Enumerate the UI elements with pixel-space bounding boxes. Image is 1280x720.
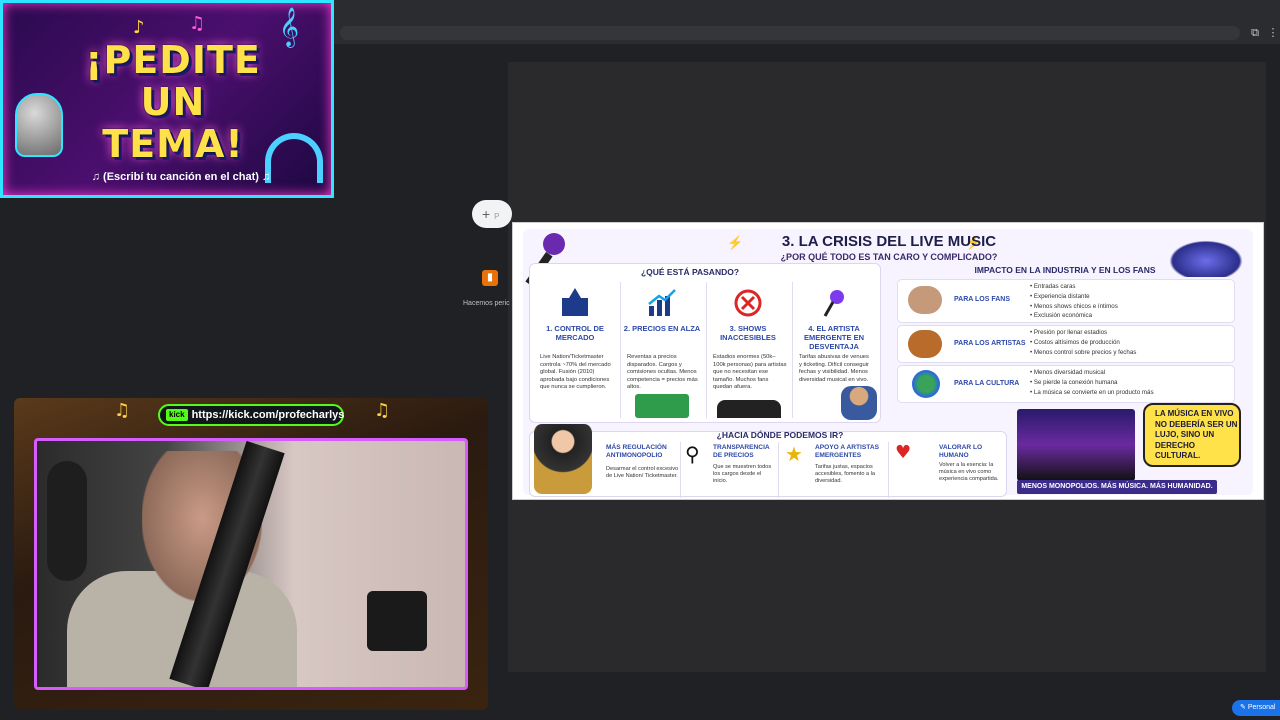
what-is-happening-panel: ¿QUÉ ESTÁ PASANDO? 1. CONTROL DE MERCADO…: [529, 263, 881, 423]
solution-text: Volver a la esencia: la música en vivo c…: [939, 462, 999, 483]
impact-label: PARA LOS ARTISTAS: [954, 340, 1026, 347]
slide-footer: MENOS MONOPOLIOS. MÁS MÚSICA. MÁS HUMANI…: [1017, 480, 1217, 494]
studio-microphone: [47, 461, 87, 581]
slide-subtitle: ¿POR QUÉ TODO ES TAN CARO Y COMPLICADO?: [780, 252, 998, 262]
impact-row: PARA LOS FANS • Entradas caras • Experie…: [897, 279, 1235, 323]
guitar-icon: [908, 330, 942, 358]
solution-text: Tarifas justas, espacios accesibles, fom…: [815, 464, 876, 485]
new-item-hint: P: [494, 212, 500, 221]
solution-title: VALORAR LO HUMANO: [939, 444, 983, 459]
microphone-icon: [15, 93, 63, 157]
solution-text: Desarmar el control excesivo de Live Nat…: [606, 466, 679, 480]
microphone-icon: [819, 288, 849, 318]
chart-up-icon: [647, 288, 677, 318]
issue-column: 3. SHOWS INACCESIBLES Estadios enormes (…: [706, 282, 789, 418]
profile-pill[interactable]: ✎ Personal: [1232, 700, 1280, 716]
impact-label: PARA LA CULTURA: [954, 380, 1020, 387]
solution-title: TRANSPARENCIA DE PRECIOS: [713, 444, 770, 459]
money-illustration: [635, 394, 689, 418]
impact-list: • Entradas caras • Experiencia distante …: [1030, 283, 1118, 320]
request-song-overlay: ♪ ♫ 𝄞 ¡PEDITE UN TEMA! ♫ (Escribí tu can…: [0, 0, 334, 198]
magnifier-icon: ⚲: [685, 442, 700, 466]
studio-equipment: [367, 591, 427, 651]
infographic-slide: ⚡ ⚡ 3. LA CRISIS DEL LIVE MUSIC ¿POR QUÉ…: [512, 222, 1264, 500]
issue-title: 4. EL ARTISTA EMERGENTE EN DESVENTAJA: [803, 324, 864, 351]
overlay-title-line1: ¡PEDITE: [85, 38, 261, 82]
solution-item: ♥ VALORAR LO HUMANO Volver a la esencia:…: [888, 442, 1005, 498]
profile-pill-label: Personal: [1247, 704, 1276, 711]
fans-icon: [908, 286, 942, 314]
viewer-scroll-strip[interactable]: [1266, 62, 1280, 672]
overlay-title: ¡PEDITE UN TEMA!: [63, 39, 283, 165]
issue-text: Live Nation/Ticketmaster controla ~70% d…: [540, 354, 611, 391]
section-heading: IMPACTO EN LA INDUSTRIA Y EN LOS FANS: [974, 265, 1156, 275]
solution-title: MÁS REGULACIÓN ANTIMONOPOLIO: [606, 444, 667, 459]
section-heading: ¿HACIA DÓNDE PODEMOS IR?: [716, 430, 844, 440]
issue-column: 1. CONTROL DE MERCADO Live Nation/Ticket…: [534, 282, 616, 418]
section-heading: ¿QUÉ ESTÁ PASANDO?: [640, 267, 740, 277]
music-note-icon: ♪: [133, 17, 145, 38]
impact-label: PARA LOS FANS: [954, 296, 1011, 303]
address-bar[interactable]: [340, 26, 1240, 40]
quote-bubble: LA MÚSICA EN VIVO NO DEBERÍA SER UN LUJO…: [1143, 403, 1241, 467]
new-item-button[interactable]: + P: [472, 200, 512, 228]
webcam-video: [34, 438, 468, 690]
issue-column: 4. EL ARTISTA EMERGENTE EN DESVENTAJA Ta…: [792, 282, 877, 420]
kick-logo: kick: [166, 409, 188, 422]
overlay-title-line2: UN TEMA!: [102, 80, 244, 166]
crowd-illustration: [717, 400, 781, 418]
issue-text: Tarifas abusivas de venues y ticketing. …: [799, 354, 869, 383]
impact-row: PARA LOS ARTISTAS • Presión por llenar e…: [897, 325, 1235, 363]
issue-column: 2. PRECIOS EN ALZA Reventas a precios di…: [620, 282, 703, 418]
star-icon: ★: [785, 442, 803, 466]
issue-title: 2. PRECIOS EN ALZA: [623, 324, 701, 333]
solution-item: ⚲ TRANSPARENCIA DE PRECIOS Que se muestr…: [680, 442, 777, 498]
extension-app-icon[interactable]: ▮: [482, 270, 498, 286]
overlay-subtitle: ♫ (Escribí tu canción en el chat) ♫: [91, 171, 271, 183]
solution-title: APOYO A ARTISTAS EMERGENTES: [815, 444, 879, 459]
issue-text: Estadios enormes (50k–100k personas) par…: [713, 354, 787, 391]
issue-title: 3. SHOWS INACCESIBLES: [720, 324, 776, 342]
solution-text: Que se muestren todos los cargos desde e…: [713, 464, 772, 485]
impact-list: • Menos diversidad musical • Se pierde l…: [1030, 369, 1154, 396]
menu-icon[interactable]: ⋮: [1266, 26, 1280, 40]
building-icon: [560, 288, 590, 318]
heart-hands-icon: ♥: [895, 442, 912, 463]
issue-text: Reventas a precios disparados. Cargos y …: [627, 354, 698, 391]
solution-item: MÁS REGULACIÓN ANTIMONOPOLIO Desarmar el…: [534, 424, 684, 498]
issue-title: 1. CONTROL DE MERCADO: [546, 324, 604, 342]
impact-panel: IMPACTO EN LA INDUSTRIA Y EN LOS FANS PA…: [897, 263, 1249, 413]
solution-item: ★ APOYO A ARTISTAS EMERGENTES Tarifas ju…: [778, 442, 887, 498]
music-note-icon: ♫: [189, 13, 206, 34]
x-circle-icon: [733, 288, 763, 318]
monopoly-man-illustration: [534, 424, 592, 494]
extensions-icon[interactable]: ⧉: [1248, 26, 1262, 40]
globe-icon: [912, 370, 940, 398]
impact-list: • Presión por llenar estadios • Costos a…: [1030, 329, 1137, 356]
music-note-icon: ♫: [114, 400, 131, 421]
plus-icon: +: [482, 206, 491, 222]
impact-row: PARA LA CULTURA • Menos diversidad music…: [897, 365, 1235, 403]
solutions-panel: ¿HACIA DÓNDE PODEMOS IR? MÁS REGULACIÓN …: [529, 424, 1007, 498]
extension-label: Hacemos peric: [463, 300, 510, 307]
kick-channel-link: kick https://kick.com/profecharlys: [158, 404, 344, 426]
guitarist-illustration: [841, 386, 877, 420]
music-note-icon: ♫: [374, 400, 391, 421]
concert-illustration: [1017, 409, 1135, 481]
kick-url: https://kick.com/profecharlys: [191, 409, 345, 421]
slide-title: 3. LA CRISIS DEL LIVE MUSIC: [781, 233, 997, 250]
